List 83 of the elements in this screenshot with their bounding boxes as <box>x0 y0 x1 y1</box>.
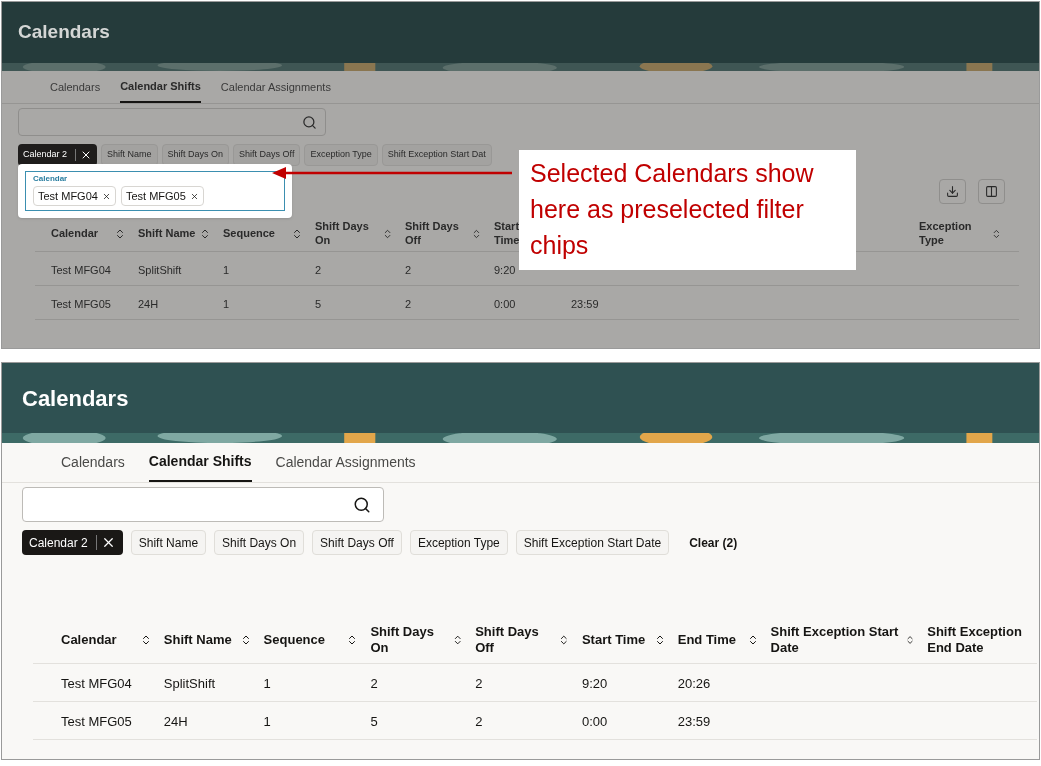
column-header: Calendar <box>61 631 117 649</box>
filter-chip[interactable]: Shift Name <box>101 144 158 166</box>
selected-chip[interactable]: Test MFG05 <box>120 186 204 206</box>
calendar-field[interactable]: Calendar Test MFG04 Test MFG05 <box>25 171 285 211</box>
page-title: Calendars <box>18 20 110 45</box>
sort-icon[interactable] <box>291 227 303 240</box>
tab[interactable]: Calendars <box>61 443 125 482</box>
tab[interactable]: Calendar Shifts <box>120 71 201 103</box>
columns-icon <box>985 184 998 198</box>
column-header: Exception Type <box>919 219 973 248</box>
table-cell: 0:00 <box>581 713 608 729</box>
tab[interactable]: Calendars <box>50 71 101 103</box>
search-icon <box>353 495 371 514</box>
table-cell: Test MFG05 <box>61 713 132 729</box>
table-cell: 5 <box>370 713 378 729</box>
column-header: Start Time <box>494 219 520 248</box>
tab[interactable]: Calendar Assignments <box>220 71 331 103</box>
table-cell: Test MFG05 <box>51 297 111 310</box>
filter-chip[interactable]: Shift Exception Start Dat <box>381 144 492 166</box>
filter-chip[interactable]: Shift Name <box>130 530 207 555</box>
table-cell: 24H <box>138 297 159 310</box>
table-cell: Test MFG04 <box>61 675 132 691</box>
download-icon <box>946 184 959 198</box>
filter-chip[interactable]: Calendar 2 <box>18 144 98 166</box>
filter-chip[interactable]: Shift Exception Start Date <box>515 530 670 555</box>
column-header: Shift Days On <box>315 219 370 248</box>
table-cell: SplitShift <box>138 263 182 276</box>
table-cell: 2 <box>370 675 378 691</box>
clear-link[interactable]: Clear (2) <box>689 533 738 552</box>
column-header: Shift Days On <box>370 623 435 657</box>
table-cell: 2 <box>475 675 483 691</box>
table-cell: 23:59 <box>677 713 711 729</box>
table-cell: 2 <box>405 263 412 276</box>
filter-chip[interactable]: Exception Type <box>304 144 378 166</box>
sort-icon[interactable] <box>114 227 126 240</box>
table-cell: 5 <box>315 297 322 310</box>
table-cell: 20:26 <box>677 675 711 691</box>
table-cell: 0:00 <box>494 297 516 310</box>
remove-icon[interactable] <box>101 191 111 201</box>
table-cell: 1 <box>263 713 271 729</box>
table-cell: 2 <box>315 263 322 276</box>
column-header: Shift Name <box>163 631 232 649</box>
field-label: Calendar <box>33 174 69 184</box>
filter-chip[interactable]: Calendar 2 <box>22 530 123 555</box>
page-title: Calendars <box>22 384 129 413</box>
sort-icon[interactable] <box>558 634 570 646</box>
table-cell: 2 <box>475 713 483 729</box>
search-field[interactable] <box>18 108 326 136</box>
filter-chip[interactable]: Shift Days On <box>161 144 230 166</box>
column-header: Sequence <box>223 226 275 241</box>
sort-icon[interactable] <box>199 227 211 240</box>
filter-chip[interactable]: Exception Type <box>409 530 508 555</box>
table-cell: 1 <box>223 297 230 310</box>
annotation-text: Selected Calendars show here as preselected filter chips <box>530 158 815 261</box>
table-cell: 9:20 <box>494 263 516 276</box>
table-cell: 23:59 <box>571 297 599 310</box>
selected-chip[interactable]: Test MFG04 <box>33 186 116 206</box>
column-header: Shift Exception Start Date <box>770 623 900 657</box>
column-header: Sequence <box>263 631 325 649</box>
filter-chip[interactable]: Shift Days On <box>214 530 305 555</box>
column-header: Calendar <box>51 226 99 241</box>
table-cell: 24H <box>163 713 188 729</box>
remove-icon[interactable] <box>189 191 199 201</box>
tab[interactable]: Calendar Shifts <box>148 443 252 482</box>
table-cell: SplitShift <box>163 675 216 691</box>
column-header: Shift Days Off <box>475 623 540 657</box>
column-header: Shift Days Off <box>405 219 460 248</box>
column-header: End Time <box>677 631 737 649</box>
table-cell: 1 <box>223 263 230 276</box>
column-header: Shift Exception End Date <box>927 623 1023 657</box>
table-cell: Test MFG04 <box>51 263 111 276</box>
table-cell: 9:20 <box>581 675 608 691</box>
filter-chip[interactable]: Shift Days Off <box>312 530 402 555</box>
download-button[interactable] <box>939 178 966 204</box>
tab[interactable]: Calendar Assignments <box>275 443 416 482</box>
column-header: Shift Name <box>138 226 196 241</box>
columns-button[interactable] <box>978 178 1005 204</box>
search-field[interactable] <box>22 487 384 522</box>
column-header: Start Time <box>581 631 646 649</box>
filter-chip[interactable]: Shift Days Off <box>233 144 301 166</box>
table-cell: 1 <box>263 675 271 691</box>
table-cell: 2 <box>405 297 412 310</box>
search-icon <box>302 114 317 130</box>
